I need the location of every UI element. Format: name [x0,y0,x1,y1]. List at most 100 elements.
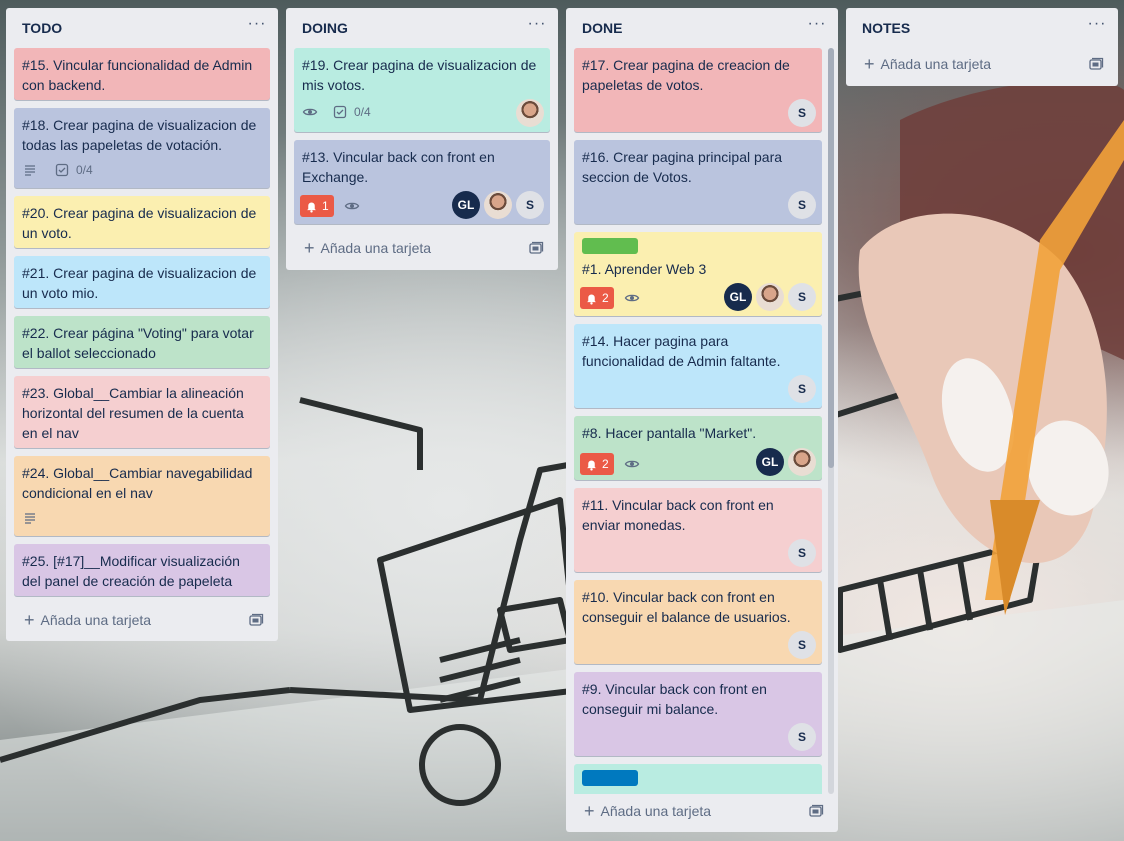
avatar[interactable]: GL [452,191,480,219]
card-title: #17. Crear pagina de creacion de papelet… [582,57,790,93]
card-members [516,99,544,127]
card[interactable]: #17. Crear pagina de creacion de papelet… [574,48,822,132]
avatar[interactable] [516,99,544,127]
card-title: #10. Vincular back con front en consegui… [582,589,791,625]
card-title: #13. Vincular back con front en Exchange… [302,149,495,185]
list-menu-button[interactable]: ··· [806,16,828,38]
card-members: S [788,631,816,659]
card[interactable]: #8. Hacer pantalla "Market". 2 GL [574,416,822,480]
plus-icon: + [304,238,315,258]
card-title: #16. Crear pagina principal para seccion… [582,149,783,185]
plus-icon: + [864,54,875,74]
card-title: #24. Global__Cambiar navegabilidad condi… [22,465,253,501]
card[interactable]: #14. Hacer pagina para funcionalidad de … [574,324,822,408]
card[interactable]: #10. Vincular back con front en consegui… [574,580,822,664]
list-header: DONE ··· [566,8,838,48]
card-title: #15. Vincular funcionalidad de Admin con… [22,57,253,93]
card-title: #18. Crear pagina de visualizacion de to… [22,117,257,153]
card-members: S [788,375,816,403]
add-card-label: Añada una tarjeta [40,612,152,628]
card-members: S [788,191,816,219]
add-card-button[interactable]: + Añada una tarjeta [14,606,270,634]
avatar[interactable]: GL [756,448,784,476]
avatar[interactable] [756,283,784,311]
card-label-blue[interactable] [582,770,638,786]
avatar[interactable]: S [788,99,816,127]
card-title: #22. Crear página "Voting" para votar el… [22,325,254,361]
list-menu-button[interactable]: ··· [526,16,548,38]
card-label-green[interactable] [582,238,638,254]
checklist-icon [55,163,69,177]
avatar[interactable] [484,191,512,219]
card-template-icon[interactable] [1088,56,1104,72]
card-title: #8. Hacer pantalla "Market". [582,425,757,441]
list-menu-button[interactable]: ··· [246,16,268,38]
card[interactable]: #19. Crear pagina de visualizacion de mi… [294,48,550,132]
notification-badge: 2 [580,453,614,475]
card[interactable]: #18. Crear pagina de visualizacion de to… [14,108,270,188]
card[interactable]: #13. Vincular back con front en Exchange… [294,140,550,224]
notification-count: 2 [602,457,609,471]
card-members: S [788,539,816,567]
card-title: #1. Aprender Web 3 [582,261,707,277]
add-card-button[interactable]: + Añada una tarjeta [294,234,550,262]
card-badges: 0/4 [302,102,371,122]
checklist-count: 0/4 [76,163,93,177]
card-members: GL [756,448,816,476]
list-todo: TODO ··· #15. Vincular funcionalidad de … [6,8,278,641]
card-badges: 0/4 [22,160,93,180]
card[interactable]: #11. Vincular back con front en enviar m… [574,488,822,572]
card-template-icon[interactable] [248,612,264,628]
watch-eye-icon [344,202,359,210]
avatar[interactable]: S [788,631,816,659]
watch-eye-icon [624,460,639,468]
card[interactable]: #1. Aprender Web 3 2 GL S [574,232,822,316]
add-card-label: Añada una tarjeta [880,56,992,72]
avatar[interactable] [788,448,816,476]
checklist-icon [333,105,347,119]
add-card-button[interactable]: + Añada una tarjeta [854,50,1110,78]
list-title: DOING [302,20,348,36]
list-header: NOTES ··· [846,8,1118,48]
card[interactable]: #25. [#17]__Modificar visualización del … [14,544,270,596]
card[interactable]: #15. Vincular funcionalidad de Admin con… [14,48,270,100]
list-scrollbar[interactable] [828,48,834,794]
list-done: DONE ··· #17. Crear pagina de creacion d… [566,8,838,832]
card[interactable]: #21. Crear pagina de visualizacion de un… [14,256,270,308]
card[interactable]: #24. Global__Cambiar navegabilidad condi… [14,456,270,536]
avatar[interactable]: S [788,375,816,403]
card-template-icon[interactable] [808,803,824,819]
avatar[interactable]: S [788,723,816,751]
card[interactable] [574,764,822,794]
card[interactable]: #9. Vincular back con front en conseguir… [574,672,822,756]
done-cards-scroll: #17. Crear pagina de creacion de papelet… [566,48,830,794]
description-icon [25,165,35,176]
card-badges [22,508,38,528]
avatar[interactable]: S [788,191,816,219]
list-title: TODO [22,20,63,36]
notification-count: 2 [602,291,609,305]
card-title: #21. Crear pagina de visualizacion de un… [22,265,257,301]
add-card-label: Añada una tarjeta [320,240,432,256]
avatar[interactable]: GL [724,283,752,311]
avatar[interactable]: S [788,539,816,567]
bell-icon [587,293,596,305]
add-card-button[interactable]: + Añada una tarjeta [574,797,830,825]
notification-count: 1 [322,199,329,213]
plus-icon: + [584,801,595,821]
scrollbar-thumb[interactable] [828,48,834,468]
card-title: #20. Crear pagina de visualizacion de un… [22,205,257,241]
card-title: #25. [#17]__Modificar visualización del … [22,553,240,589]
watch-eye-icon [624,294,639,302]
card[interactable]: #22. Crear página "Voting" para votar el… [14,316,270,368]
card-title: #14. Hacer pagina para funcionalidad de … [582,333,781,369]
card[interactable]: #23. Global__Cambiar la alineación horiz… [14,376,270,448]
avatar[interactable]: S [516,191,544,219]
list-menu-button[interactable]: ··· [1086,16,1108,38]
avatar[interactable]: S [788,283,816,311]
card[interactable]: #16. Crear pagina principal para seccion… [574,140,822,224]
notification-badge: 2 [580,287,614,309]
list-header: DOING ··· [286,8,558,48]
card-template-icon[interactable] [528,240,544,256]
card[interactable]: #20. Crear pagina de visualizacion de un… [14,196,270,248]
